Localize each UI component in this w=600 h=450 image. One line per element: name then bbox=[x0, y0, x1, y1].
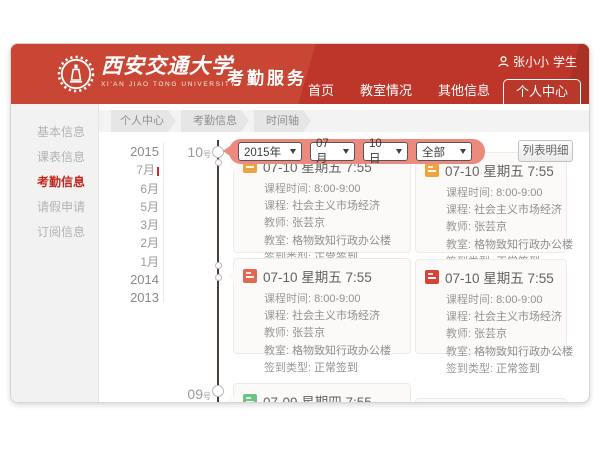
app-header: 西安交通大学 XI'AN JIAO TONG UNIVERSITY 考勤服务 张… bbox=[11, 44, 589, 104]
nav-item-other-info[interactable]: 其他信息 bbox=[425, 78, 503, 104]
day-dropdown[interactable]: 10日 bbox=[363, 142, 408, 161]
university-name-en: XI'AN JIAO TONG UNIVERSITY bbox=[101, 81, 236, 88]
timeline-node bbox=[212, 385, 224, 397]
timeline-month-label[interactable]: 2014 bbox=[111, 271, 159, 289]
card-detail-row: 课程时间:8:00-9:00 bbox=[264, 291, 402, 308]
timeline-month-list: 20157月6月5月3月2月1月20142013 bbox=[111, 143, 159, 308]
chevron-down-icon bbox=[460, 149, 466, 154]
card-detail-row: 教师:张芸京 bbox=[446, 219, 558, 236]
card-title: 07-09 星期四 7:55 bbox=[263, 391, 372, 403]
card-detail-row: 教室:格物致知行政办公楼 bbox=[264, 343, 402, 360]
main-nav: 首页 教室情况 其他信息 个人中心 bbox=[295, 78, 581, 104]
card-detail-row: 教师:张芸京 bbox=[446, 326, 558, 343]
app-window: 西安交通大学 XI'AN JIAO TONG UNIVERSITY 考勤服务 张… bbox=[10, 43, 590, 403]
list-detail-button[interactable]: 列表明细 bbox=[518, 140, 573, 162]
timeline-axis bbox=[217, 140, 219, 402]
sidebar-item[interactable]: 订阅信息 bbox=[11, 220, 98, 245]
sign-in-status-icon bbox=[243, 269, 257, 283]
card-detail-row: 课程时间:8:00-9:00 bbox=[446, 185, 558, 202]
attendance-card[interactable]: 07-10 星期五 7:55 课程时间:8:00-9:00课程:社会主义市场经济… bbox=[415, 259, 567, 354]
user-info[interactable]: 张小小 学生 bbox=[498, 53, 577, 70]
timeline-month-label[interactable]: 2015 bbox=[111, 143, 159, 161]
user-role: 学生 bbox=[553, 53, 577, 70]
person-icon bbox=[498, 56, 509, 67]
current-month-tick bbox=[157, 167, 159, 176]
attendance-card[interactable]: 07-09 星期四 7:55 bbox=[233, 383, 411, 403]
card-title: 07-10 星期五 7:55 bbox=[445, 267, 554, 287]
year-dropdown[interactable]: 2015年 bbox=[238, 142, 302, 161]
breadcrumb-personal-center[interactable]: 个人中心 bbox=[111, 110, 168, 132]
timeline-month-label[interactable]: 2月 bbox=[111, 234, 159, 252]
timeline-month-divider bbox=[163, 142, 164, 302]
sidebar-item[interactable]: 请假申请 bbox=[11, 195, 98, 220]
timeline-month-label[interactable]: 3月 bbox=[111, 216, 159, 234]
nav-tab-personal-center[interactable]: 个人中心 bbox=[503, 79, 581, 104]
university-logo-icon bbox=[57, 55, 95, 93]
type-dropdown[interactable]: 全部 bbox=[416, 142, 472, 161]
card-detail-row: 教师:张芸京 bbox=[264, 325, 402, 342]
chevron-down-icon bbox=[343, 149, 349, 154]
timeline-month-label[interactable]: 2013 bbox=[111, 289, 159, 307]
sidebar: 基本信息课表信息考勤信息请假申请订阅信息 bbox=[11, 104, 99, 402]
timeline-node bbox=[215, 262, 222, 269]
card-detail-row: 签到类型:正常签到 bbox=[264, 360, 402, 377]
university-name-cn: 西安交通大学 bbox=[101, 53, 236, 79]
timeline-month-label[interactable]: 6月 bbox=[111, 180, 159, 198]
timeline-node bbox=[215, 159, 222, 166]
card-detail-row: 课程:社会主义市场经济 bbox=[264, 308, 402, 325]
timeline-day-label-10: 10号 bbox=[171, 144, 211, 160]
sidebar-item[interactable]: 考勤信息 bbox=[11, 170, 98, 195]
card-detail-row: 教师:张芸京 bbox=[264, 215, 402, 232]
card-detail-row: 课程:社会主义市场经济 bbox=[264, 198, 402, 215]
timeline-node bbox=[215, 274, 222, 281]
card-title: 07-10 星期五 7:55 bbox=[263, 266, 372, 286]
chevron-down-icon bbox=[290, 149, 296, 154]
card-detail-row: 教室:格物致知行政办公楼 bbox=[446, 344, 558, 361]
card-detail-row: 课程:社会主义市场经济 bbox=[446, 202, 558, 219]
card-detail-row: 课程:社会主义市场经济 bbox=[446, 309, 558, 326]
card-detail-row: 教室:格物致知行政办公楼 bbox=[264, 233, 402, 250]
date-filter-bar: 2015年 07月 10日 全部 bbox=[229, 139, 485, 164]
timeline-month-label[interactable]: 5月 bbox=[111, 198, 159, 216]
screenshot-stage: 西安交通大学 XI'AN JIAO TONG UNIVERSITY 考勤服务 张… bbox=[0, 0, 600, 450]
nav-item-classrooms[interactable]: 教室情况 bbox=[347, 78, 425, 104]
card-detail-row: 课程时间:8:00-9:00 bbox=[264, 181, 402, 198]
card-detail-row: 教室:格物致知行政办公楼 bbox=[446, 237, 558, 254]
timeline-day-label-09: 09号 bbox=[171, 386, 211, 402]
breadcrumb-timeline[interactable]: 时间轴 bbox=[254, 110, 303, 132]
user-name: 张小小 bbox=[513, 53, 549, 70]
sidebar-item[interactable]: 课表信息 bbox=[11, 145, 98, 170]
university-name: 西安交通大学 XI'AN JIAO TONG UNIVERSITY bbox=[101, 53, 236, 88]
nav-item-home[interactable]: 首页 bbox=[295, 78, 347, 104]
attendance-card[interactable]: 07-10 星期五 7:55 课程时间:8:00-9:00课程:社会主义市场经济… bbox=[415, 152, 567, 253]
breadcrumb: 个人中心 考勤信息 时间轴 bbox=[99, 110, 589, 132]
attendance-card[interactable]: 07-10 星期五 7:55 课程时间:8:00-9:00课程:社会主义市场经济… bbox=[233, 258, 411, 354]
sidebar-item[interactable]: 基本信息 bbox=[11, 120, 98, 145]
month-dropdown[interactable]: 07月 bbox=[310, 142, 355, 161]
timeline-month-label[interactable]: 7月 bbox=[111, 161, 159, 179]
sign-in-status-icon bbox=[425, 270, 439, 284]
timeline-month-label[interactable]: 1月 bbox=[111, 253, 159, 271]
chevron-down-icon bbox=[396, 149, 402, 154]
card-detail-row: 签到类型:正常签到 bbox=[446, 361, 558, 378]
attendance-card-partial[interactable] bbox=[415, 398, 567, 403]
card-detail-row: 课程时间:8:00-9:00 bbox=[446, 292, 558, 309]
breadcrumb-attendance-info[interactable]: 考勤信息 bbox=[181, 110, 241, 132]
sign-in-status-icon bbox=[425, 163, 439, 177]
sign-in-status-icon bbox=[243, 394, 257, 403]
